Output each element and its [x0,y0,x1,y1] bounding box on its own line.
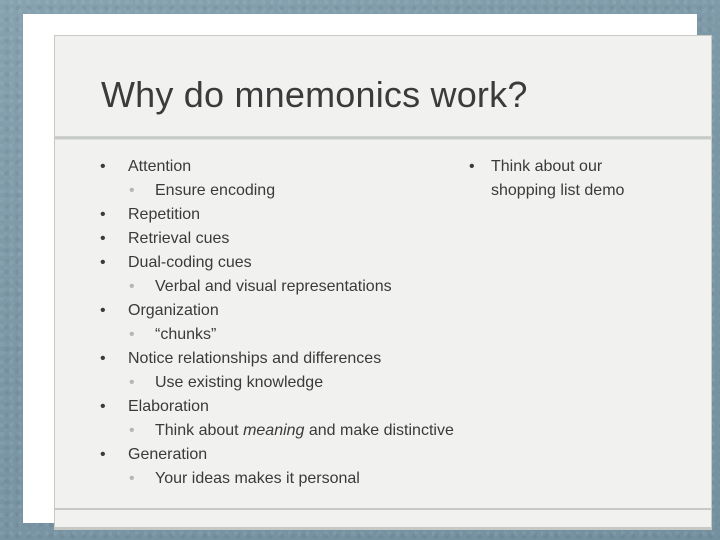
list-item-label-after: and make distinctive [304,422,454,439]
list-item-label: Verbal and visual representations [155,278,392,295]
list-item-label: Organization [128,302,219,319]
bullet-icon: • [100,158,106,175]
list-item-label: “chunks” [155,326,217,343]
list-item-label: Dual-coding cues [128,254,252,271]
content-placeholder-left[interactable]: • Attention • Ensure encoding • Repetiti… [95,155,455,491]
title-divider [55,136,711,140]
list-item-label: Elaboration [128,398,209,415]
list-item-label: Ensure encoding [155,182,276,199]
list-item: • Think about our shopping list demo [463,155,707,203]
list-item-emphasis: meaning [243,422,305,439]
list-item-label: Your ideas makes it personal [155,470,360,487]
list-item: • Attention [95,155,455,179]
list-item-label-line2: shopping list demo [491,182,625,199]
list-item: • Notice relationships and differences [95,347,455,371]
slide-footer-band [55,508,711,529]
bullet-icon: • [129,470,135,487]
slide-background: Why do mnemonics work? • Attention • Ens… [0,0,720,540]
list-item: • Verbal and visual representations [95,275,455,299]
bullet-icon: • [100,446,106,463]
list-item: • Your ideas makes it personal [95,467,455,491]
bullet-icon: • [100,398,106,415]
title-placeholder[interactable]: Why do mnemonics work? [54,35,712,136]
bullet-icon: • [129,422,135,439]
list-item-label-before: Think about [155,422,244,439]
bullet-icon: • [100,206,106,223]
slide-frame: Why do mnemonics work? • Attention • Ens… [23,14,712,530]
list-item: • Repetition [95,203,455,227]
list-item-label: Notice relationships and differences [128,350,382,367]
bullet-icon: • [129,182,135,199]
page-title: Why do mnemonics work? [101,74,528,115]
bullet-icon: • [129,278,135,295]
list-item: • Elaboration [95,395,455,419]
bullet-icon: • [129,374,135,391]
list-item-label-line1: Think about our [491,158,603,175]
list-item: • Ensure encoding [95,179,455,203]
bullet-icon: • [100,302,106,319]
bullet-icon: • [469,158,475,175]
list-item: • Dual-coding cues [95,251,455,275]
bullet-icon: • [100,254,106,271]
list-item-label: Retrieval cues [128,230,230,247]
list-item: • Use existing knowledge [95,371,455,395]
list-item: • Retrieval cues [95,227,455,251]
list-item-label: Generation [128,446,208,463]
list-item: • Generation [95,443,455,467]
bullet-list-right: • Think about our shopping list demo [463,155,707,203]
list-item-label: Repetition [128,206,201,223]
bullet-icon: • [100,350,106,367]
list-item: • Organization [95,299,455,323]
list-item-label: Use existing knowledge [155,374,324,391]
content-placeholder-right[interactable]: • Think about our shopping list demo [463,155,707,203]
list-item: • “chunks” [95,323,455,347]
list-item: • Think about meaning and make distincti… [95,419,455,443]
bullet-icon: • [129,326,135,343]
bullet-icon: • [100,230,106,247]
bullet-list-left: • Attention • Ensure encoding • Repetiti… [95,155,455,491]
list-item-label: Attention [128,158,192,175]
